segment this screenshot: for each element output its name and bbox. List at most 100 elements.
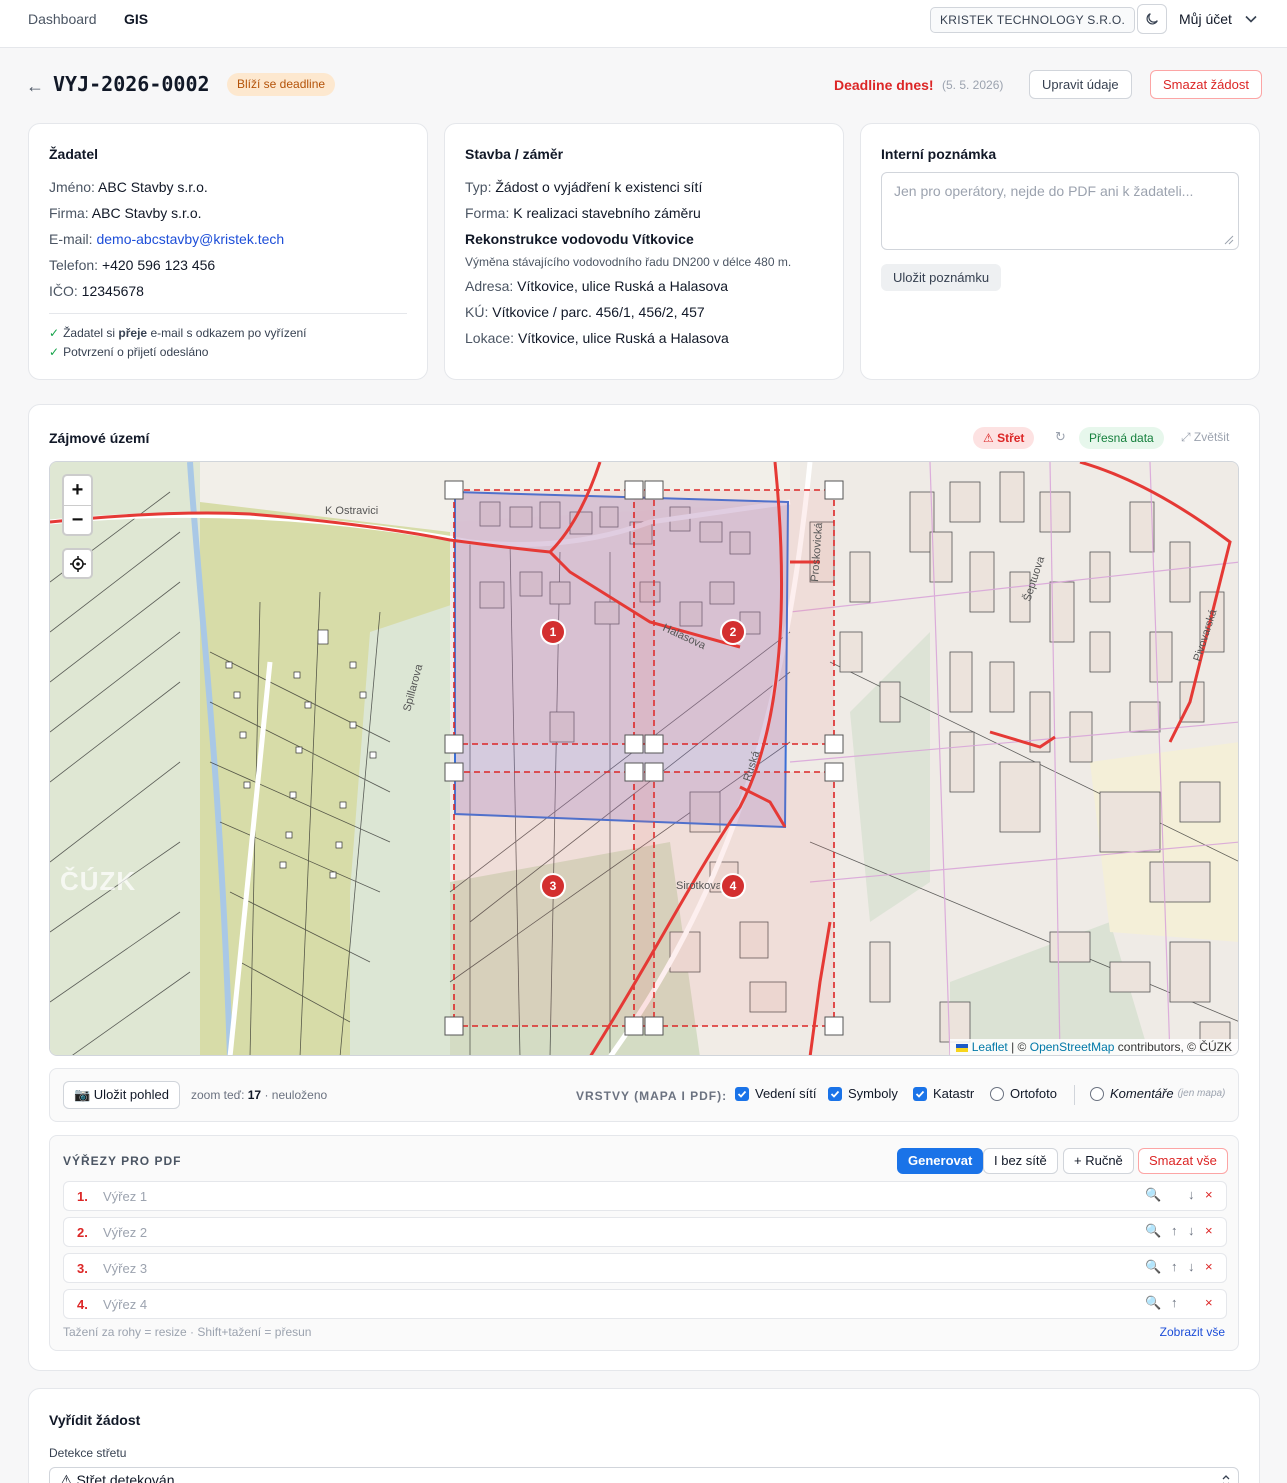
close-icon[interactable]: × — [1205, 1259, 1213, 1274]
layer-symbols-checkbox[interactable]: Symboly — [828, 1086, 898, 1101]
resolve-section: Vyřídit žádost Detekce střetu ⚠ Střet de… — [28, 1388, 1260, 1483]
cutout-name[interactable]: Výřez 2 — [103, 1225, 147, 1240]
layer-cadastre-checkbox[interactable]: Katastr — [913, 1086, 974, 1101]
layer-comments-checkbox[interactable]: Komentáře (jen mapa) — [1090, 1086, 1225, 1101]
applicant-title: Žadatel — [49, 146, 99, 162]
checkbox-checked-icon — [913, 1086, 927, 1101]
marker-label: 1 — [550, 625, 557, 639]
project-title: Stavba / záměr — [465, 146, 564, 162]
cutout-row[interactable]: 2. Výřez 2 🔍 ↑ ↓ × — [63, 1217, 1227, 1247]
cutout-row[interactable]: 3. Výřez 3 🔍 ↑ ↓ × — [63, 1253, 1227, 1283]
checkbox-checked-icon — [828, 1086, 842, 1101]
top-navigation: Dashboard GIS KRISTEK TECHNOLOGY S.R.O. … — [0, 0, 1287, 48]
cutout-row[interactable]: 1. Výřez 1 🔍 ↓ × — [63, 1181, 1227, 1211]
cutout-name[interactable]: Výřez 3 — [103, 1261, 147, 1276]
internal-note-textarea[interactable]: Jen pro operátory, nejde do PDF ani k ža… — [881, 172, 1239, 250]
cutout-name[interactable]: Výřez 4 — [103, 1297, 147, 1312]
cutouts-hint: Tažení za rohy = resize · Shift+tažení =… — [63, 1325, 312, 1339]
checkbox-unchecked-icon — [990, 1086, 1004, 1101]
resolve-title: Vyřídit žádost — [49, 1412, 141, 1428]
add-manual-button[interactable]: + Ručně — [1063, 1148, 1134, 1174]
osm-link[interactable]: OpenStreetMap — [1030, 1040, 1115, 1054]
arrow-up-icon[interactable]: ↑ — [1171, 1259, 1178, 1274]
email-link[interactable]: demo-abcstavby@kristek.tech — [96, 231, 284, 247]
project-address: Adresa: Vítkovice, ulice Ruská a Halasov… — [465, 278, 729, 294]
arrow-up-icon[interactable]: ↑ — [1171, 1223, 1178, 1238]
account-menu[interactable]: Můj účet — [1179, 11, 1232, 27]
save-view-button[interactable]: 📷 Uložit pohled — [63, 1081, 180, 1109]
zoom-control: + − — [62, 474, 93, 536]
project-card: Stavba / záměr Typ: Žádost o vyjádření k… — [444, 123, 844, 380]
map-attribution: Leaflet | © OpenStreetMap contributors, … — [950, 1039, 1238, 1055]
arrow-up-icon[interactable]: ↑ — [1171, 1295, 1178, 1310]
no-network-button[interactable]: I bez sítě — [983, 1148, 1058, 1174]
arrow-down-icon[interactable]: ↓ — [1188, 1223, 1195, 1238]
notice-confirmation: ✓ Potvrzení o přijetí odesláno — [49, 345, 209, 359]
cutout-number: 1. — [77, 1189, 88, 1204]
company-badge: KRISTEK TECHNOLOGY S.R.O. — [930, 7, 1136, 33]
marker-label: 4 — [730, 879, 737, 893]
internal-note-card: Interní poznámka Jen pro operátory, nejd… — [860, 123, 1260, 380]
ukraine-flag-icon — [956, 1043, 969, 1052]
close-icon[interactable]: × — [1205, 1187, 1213, 1202]
project-type: Typ: Žádost o vyjádření k existenci sítí — [465, 179, 703, 195]
cutout-row[interactable]: 4. Výřez 4 🔍 ↑ × — [63, 1289, 1227, 1319]
show-all-link[interactable]: Zobrazit vše — [1160, 1325, 1225, 1339]
cutouts-title: VÝŘEZY PRO PDF — [63, 1154, 182, 1168]
back-arrow-icon[interactable]: ← — [26, 76, 44, 97]
close-icon[interactable]: × — [1205, 1223, 1213, 1238]
leaflet-link[interactable]: Leaflet — [972, 1040, 1008, 1054]
moon-icon — [1146, 13, 1158, 25]
street-label: Sirotkova — [676, 880, 723, 892]
refresh-icon[interactable]: ↻ — [1055, 429, 1066, 445]
arrow-down-icon[interactable]: ↓ — [1188, 1187, 1195, 1202]
layer-network-checkbox[interactable]: Vedení sítí — [735, 1086, 816, 1101]
map-toolbar: 📷 Uložit pohled zoom teď: 17 · neuloženo… — [49, 1068, 1239, 1122]
checkbox-unchecked-icon — [1090, 1086, 1104, 1101]
cuzk-watermark: ČÚZK — [60, 866, 137, 896]
search-icon[interactable]: 🔍 — [1145, 1259, 1161, 1275]
locate-button[interactable] — [62, 548, 93, 579]
conflict-pill: ⚠ Střet — [973, 427, 1035, 449]
cutout-number: 2. — [77, 1225, 88, 1240]
layers-title: VRSTVY (MAPA I PDF): — [576, 1089, 728, 1103]
cutout-name[interactable]: Výřez 1 — [103, 1189, 147, 1204]
divider — [49, 313, 407, 314]
edit-button[interactable]: Upravit údaje — [1029, 70, 1132, 99]
zoom-in-button[interactable]: + — [64, 476, 91, 505]
enlarge-button[interactable]: ⤢ Zvětšit — [1181, 430, 1229, 445]
cutout-number: 3. — [77, 1261, 88, 1276]
detection-value: ⚠ Střet detekován — [60, 1472, 175, 1483]
map-canvas[interactable]: K Ostravici Halasova Ruská Proskovická S… — [49, 461, 1239, 1056]
select-arrows-icon — [1222, 1475, 1230, 1483]
project-ku: KÚ: Vítkovice / parc. 456/1, 456/2, 457 — [465, 304, 705, 320]
map-section-title: Zájmové území — [49, 430, 150, 446]
note-placeholder: Jen pro operátory, nejde do PDF ani k ža… — [894, 183, 1194, 199]
detection-select[interactable]: ⚠ Střet detekován — [49, 1467, 1239, 1483]
generate-button[interactable]: Generovat — [897, 1148, 984, 1174]
project-location: Lokace: Vítkovice, ulice Ruská a Halasov… — [465, 330, 729, 346]
delete-all-button[interactable]: Smazat vše — [1138, 1148, 1228, 1174]
project-form: Forma: K realizaci stavebního záměru — [465, 205, 701, 221]
marker-label: 2 — [730, 625, 737, 639]
close-icon[interactable]: × — [1205, 1295, 1213, 1310]
marker-label: 3 — [550, 879, 557, 893]
nav-dashboard[interactable]: Dashboard — [28, 11, 97, 27]
delete-request-button[interactable]: Smazat žádost — [1150, 70, 1262, 99]
search-icon[interactable]: 🔍 — [1145, 1187, 1161, 1203]
deadline-label: Deadline dnes! — [834, 77, 934, 93]
nav-gis[interactable]: GIS — [124, 11, 148, 27]
zoom-out-button[interactable]: − — [64, 505, 91, 534]
chevron-down-icon[interactable] — [1244, 12, 1258, 26]
layer-ortho-checkbox[interactable]: Ortofoto — [990, 1086, 1057, 1101]
zoom-readout: zoom teď: 17 · neuloženo — [191, 1088, 328, 1102]
map-section: Zájmové území ⚠ Střet ↻ Přesná data ⤢ Zv… — [28, 404, 1260, 1371]
page-title: VYJ-2026-0002 — [53, 72, 210, 96]
search-icon[interactable]: 🔍 — [1145, 1295, 1161, 1311]
resize-grip-icon[interactable] — [1224, 235, 1234, 245]
applicant-email: E-mail: demo-abcstavby@kristek.tech — [49, 231, 285, 247]
arrow-down-icon[interactable]: ↓ — [1188, 1259, 1195, 1274]
save-note-button[interactable]: Uložit poznámku — [881, 264, 1002, 291]
theme-toggle-button[interactable] — [1137, 4, 1167, 34]
search-icon[interactable]: 🔍 — [1145, 1223, 1161, 1239]
